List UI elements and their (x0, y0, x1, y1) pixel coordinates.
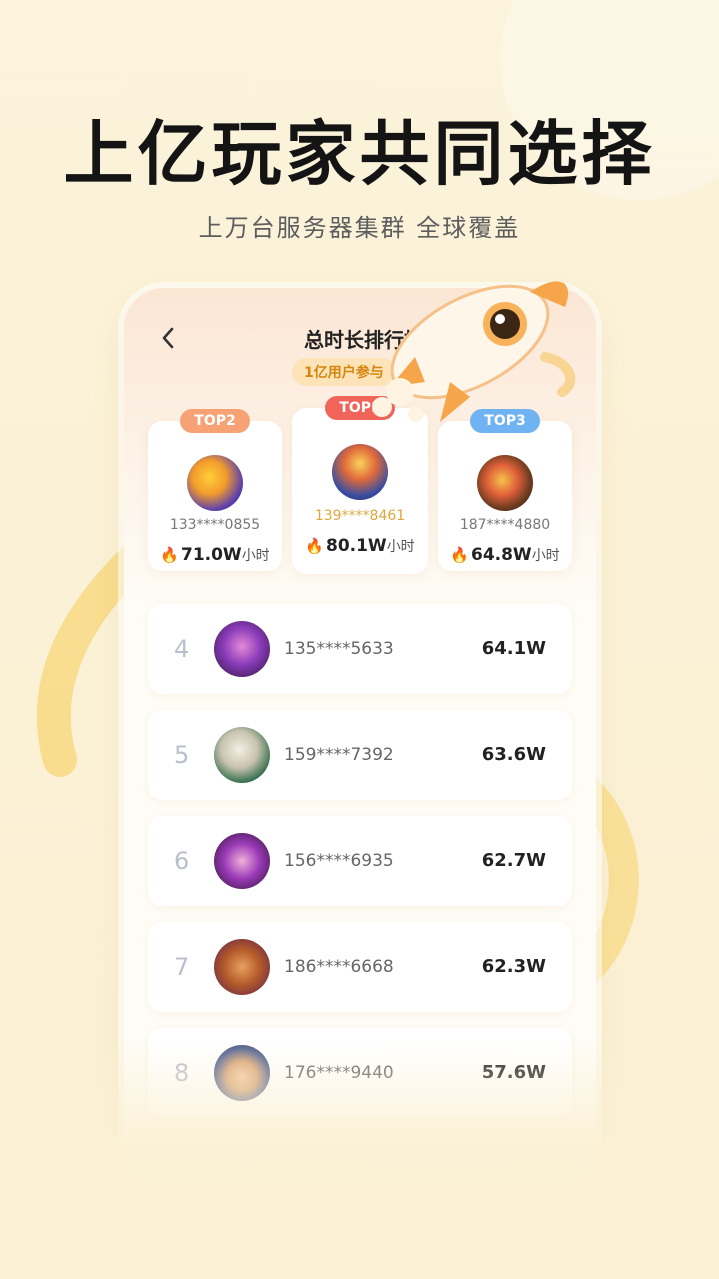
rank-number: 4 (174, 635, 190, 663)
users-badge: 1亿用户参与 (292, 358, 396, 386)
podium-top1[interactable]: TOP1 139****8461 🔥 80.1W小时 (292, 396, 428, 574)
rank-value: 63.6W (481, 744, 546, 765)
rank-number: 7 (174, 953, 190, 981)
subline: 上万台服务器集群 全球覆盖 (198, 214, 521, 242)
fire-icon: 🔥 (305, 537, 324, 555)
top2-tag: TOP2 (180, 409, 250, 433)
podium-top2[interactable]: TOP2 133****0855 🔥 71.0W小时 (148, 409, 282, 571)
avatar (214, 833, 270, 889)
hours-value: 🔥 80.1W小时 (305, 536, 415, 556)
user-id: 176****9440 (284, 1063, 394, 1083)
screen-title: 总时长排行榜 (304, 328, 424, 352)
hours-value: 🔥 71.0W小时 (160, 545, 270, 565)
rank-value: 62.3W (481, 956, 546, 977)
user-id: 133****0855 (169, 517, 261, 533)
podium-top3[interactable]: TOP3 187****4880 🔥 64.8W小时 (438, 409, 572, 571)
chevron-left-icon (162, 327, 174, 349)
fire-icon: 🔥 (450, 546, 469, 564)
top3-tag: TOP3 (470, 409, 540, 433)
user-id: 156****6935 (284, 851, 394, 871)
avatar (214, 1045, 270, 1101)
hours-value: 🔥 64.8W小时 (450, 545, 560, 565)
rank-number: 6 (174, 847, 190, 875)
avatar (477, 455, 533, 511)
rank-row[interactable]: 5 159****7392 63.6W (148, 710, 572, 800)
rank-row[interactable]: 4 135****5633 64.1W (148, 604, 572, 694)
user-id: 139****8461 (314, 508, 406, 524)
avatar (332, 444, 388, 500)
headline: 上亿玩家共同选择 (63, 113, 656, 195)
rank-number: 5 (174, 741, 190, 769)
user-id: 135****5633 (284, 639, 394, 659)
avatar (214, 621, 270, 677)
rank-value: 62.7W (481, 850, 546, 871)
avatar (214, 939, 270, 995)
user-id: 187****4880 (459, 517, 551, 533)
fire-icon: 🔥 (160, 546, 179, 564)
rank-row[interactable]: 8 176****9440 57.6W (148, 1028, 572, 1118)
avatar (187, 455, 243, 511)
back-button[interactable] (156, 326, 180, 350)
rank-number: 8 (174, 1059, 190, 1087)
rank-value: 64.1W (481, 638, 546, 659)
avatar (214, 727, 270, 783)
top1-tag: TOP1 (325, 396, 395, 420)
rank-row[interactable]: 7 186****6668 62.3W (148, 922, 572, 1012)
user-id: 186****6668 (284, 957, 394, 977)
rank-value: 57.6W (481, 1062, 546, 1083)
rank-row[interactable]: 6 156****6935 62.7W (148, 816, 572, 906)
user-id: 159****7392 (284, 745, 394, 765)
phone-mockup: 总时长排行榜 1亿用户参与 TOP2 133****0855 🔥 71.0W小时 … (124, 288, 596, 1188)
